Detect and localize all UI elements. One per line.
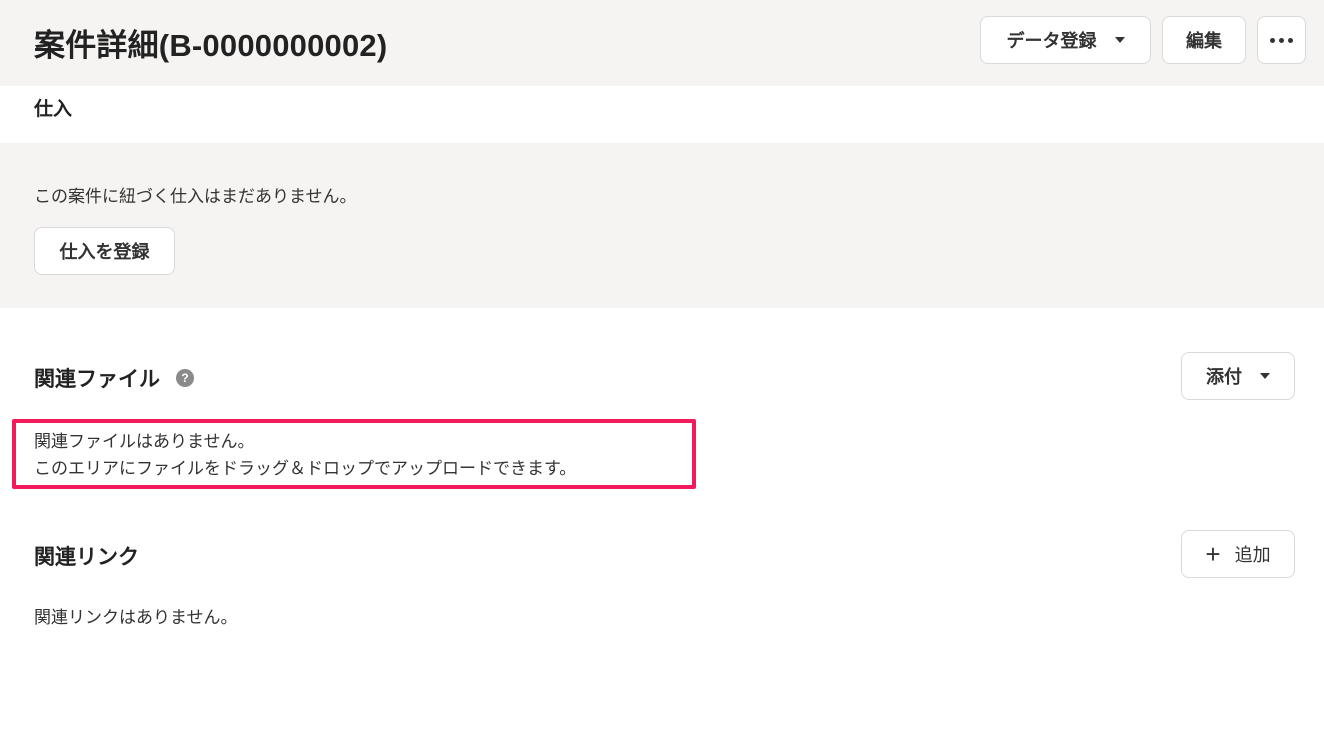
add-link-label: 追加: [1234, 545, 1271, 565]
chevron-down-icon: [1114, 37, 1125, 43]
page-title: 案件詳細(B-0000000002): [34, 28, 388, 63]
purchase-empty-text: この案件に紐づく仕入はまだありません。: [34, 187, 357, 206]
attach-label: 添付: [1206, 367, 1242, 387]
dot: [1279, 37, 1284, 43]
dot: [1270, 37, 1275, 43]
register-purchase-label: 仕入を登録: [59, 242, 150, 262]
edit-button[interactable]: 編集: [1162, 16, 1246, 64]
purchase-panel: [0, 143, 1324, 308]
more-button[interactable]: [1257, 16, 1306, 64]
chevron-down-icon: [1260, 373, 1270, 379]
add-link-button[interactable]: + 追加: [1181, 530, 1295, 578]
more-icon: [1270, 37, 1293, 43]
drag-drop-hint: このエリアにファイルをドラッグ＆ドロップでアップロードできます。: [34, 459, 577, 478]
related-files-title: 関連ファイル: [34, 368, 160, 391]
edit-label: 編集: [1186, 31, 1222, 51]
register-purchase-button[interactable]: 仕入を登録: [34, 227, 175, 275]
related-links-header: 関連リンク: [34, 541, 139, 571]
purchase-section-title: 仕入: [34, 99, 73, 120]
related-files-empty-text: 関連ファイルはありません。: [34, 432, 255, 451]
related-files-header: 関連ファイル ?: [34, 363, 194, 393]
data-register-button[interactable]: データ登録: [980, 16, 1151, 64]
plus-icon: +: [1205, 539, 1221, 569]
data-register-label: データ登録: [1006, 31, 1097, 51]
help-icon[interactable]: ?: [176, 369, 194, 387]
dot: [1288, 37, 1293, 43]
related-links-empty-text: 関連リンクはありません。: [34, 608, 238, 627]
related-links-title: 関連リンク: [34, 546, 139, 569]
attach-button[interactable]: 添付: [1181, 352, 1295, 400]
